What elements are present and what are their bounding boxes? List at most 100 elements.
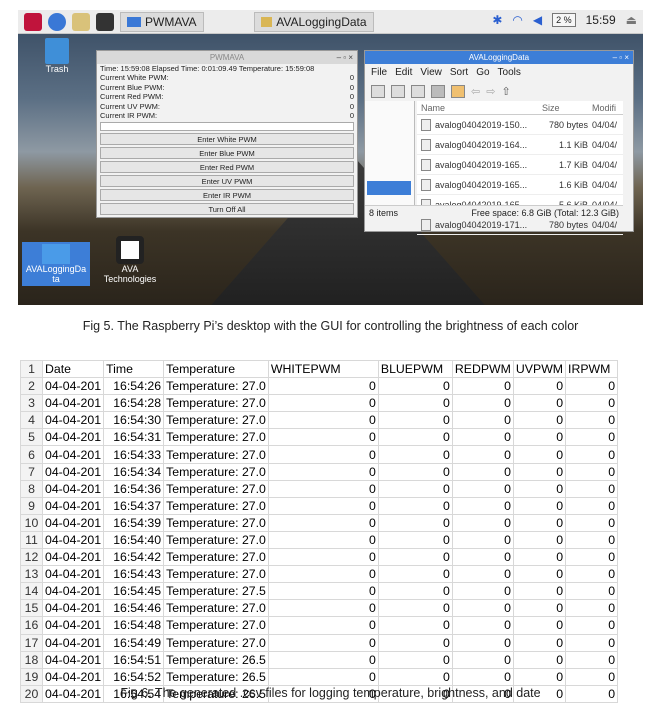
csv-cell: 04-04-201 bbox=[41, 582, 105, 601]
pwm-button[interactable]: Enter Red PWM bbox=[100, 161, 354, 174]
menu-item[interactable]: Sort bbox=[450, 67, 468, 78]
csv-cell: 0 bbox=[512, 548, 567, 567]
pwm-button[interactable]: Enter Blue PWM bbox=[100, 147, 354, 160]
folder-icon[interactable] bbox=[72, 12, 90, 31]
file-row[interactable]: avalog04042019-165... 1.6 KiB 04/04/ bbox=[417, 175, 623, 195]
free-space: Free space: 6.8 GiB (Total: 12.3 GiB) bbox=[471, 208, 619, 218]
row-number: 11 bbox=[20, 530, 43, 550]
csv-cell: 0 bbox=[377, 667, 453, 686]
home-icon[interactable] bbox=[451, 84, 465, 98]
browser-icon[interactable] bbox=[48, 12, 66, 31]
volume-icon[interactable]: ◀ bbox=[533, 13, 542, 27]
pwm-button[interactable]: Enter White PWM bbox=[100, 133, 354, 146]
forward-icon[interactable]: ⇨ bbox=[486, 85, 495, 98]
csv-cell: 16:54:45 bbox=[103, 582, 165, 601]
desktop-screenshot: PWMAVA AVALoggingData ✱ ◠ ◀ 2 % 15:59 ⏏ … bbox=[18, 10, 643, 305]
bluetooth-icon[interactable]: ✱ bbox=[492, 13, 502, 27]
file-row[interactable]: avalog04042019-164... 1.1 KiB 04/04/ bbox=[417, 135, 623, 155]
csv-cell: 0 bbox=[267, 650, 379, 669]
menu-item[interactable]: Tools bbox=[498, 67, 521, 78]
sidepane-icon[interactable] bbox=[371, 84, 385, 98]
csv-cell: 04-04-201 bbox=[41, 479, 105, 498]
csv-row: 4 04-04-201 16:54:30 Temperature: 27.0 0 0 0 0 0 bbox=[20, 411, 619, 430]
file-modified: 04/04/ bbox=[592, 159, 618, 170]
readout-label: Current Blue PWM: bbox=[100, 82, 165, 92]
column-name[interactable]: Name bbox=[417, 103, 542, 113]
csv-cell: 0 bbox=[267, 667, 379, 686]
csv-row: 14 04-04-201 16:54:45 Temperature: 27.5 0 0 0 0… bbox=[20, 582, 619, 601]
desktop-icon-ava[interactable]: AVA Technologies bbox=[100, 236, 160, 284]
csv-cell: 0 bbox=[451, 530, 514, 550]
csv-cell: Temperature: 26.5 bbox=[163, 667, 269, 686]
menu-item[interactable]: Edit bbox=[395, 67, 412, 78]
eject-icon[interactable]: ⏏ bbox=[626, 13, 637, 27]
list-view-icon[interactable] bbox=[431, 84, 445, 98]
csv-row: 8 04-04-201 16:54:36 Temperature: 27.0 0 0 0 0 0 bbox=[20, 479, 619, 498]
row-number: 8 bbox=[20, 479, 43, 498]
thumb-view-icon[interactable] bbox=[411, 84, 425, 98]
csv-cell: 16:54:33 bbox=[103, 445, 165, 464]
taskbar-app-pwmava[interactable]: PWMAVA bbox=[120, 11, 204, 32]
folder-tree[interactable] bbox=[365, 101, 415, 219]
csv-cell: 0 bbox=[377, 599, 453, 618]
csv-cell: 0 bbox=[377, 548, 453, 567]
csv-cell: Temperature: 26.5 bbox=[163, 650, 269, 669]
csv-cell: 0 bbox=[451, 599, 514, 618]
csv-cell: 0 bbox=[377, 411, 453, 430]
csv-cell: 0 bbox=[377, 394, 453, 413]
csv-header-cell: WHITEPWM bbox=[267, 359, 379, 379]
csv-cell: 0 bbox=[565, 633, 619, 652]
wifi-icon[interactable]: ◠ bbox=[512, 13, 522, 27]
window-controls[interactable]: – ▫ × bbox=[613, 51, 629, 64]
csv-cell: 04-04-201 bbox=[41, 616, 105, 635]
csv-cell: 0 bbox=[451, 667, 514, 686]
csv-row: 16 04-04-201 16:54:48 Temperature: 27.0 0 0 0 0… bbox=[20, 616, 619, 635]
status-bar: 8 items Free space: 6.8 GiB (Total: 12.3… bbox=[365, 205, 623, 219]
csv-cell: 16:54:43 bbox=[103, 565, 165, 584]
csv-cell: 0 bbox=[377, 428, 453, 447]
status-line: Time: 15:59:08 Elapsed Time: 0:01:09.49 … bbox=[97, 64, 357, 73]
back-icon[interactable]: ⇦ bbox=[471, 85, 480, 98]
pwm-button[interactable]: Enter UV PWM bbox=[100, 175, 354, 188]
figure-5-caption: Fig 5. The Raspberry Pi’s desktop with t… bbox=[82, 319, 579, 333]
pwm-button[interactable]: Turn Off All bbox=[100, 203, 354, 216]
terminal-icon[interactable] bbox=[96, 12, 114, 31]
csv-cell: 0 bbox=[451, 548, 514, 567]
file-row[interactable]: avalog04042019-165... 1.7 KiB 04/04/ bbox=[417, 155, 623, 175]
menu-item[interactable]: View bbox=[420, 67, 442, 78]
file-name: avalog04042019-165... bbox=[435, 159, 528, 170]
csv-cell: 16:54:34 bbox=[103, 462, 165, 481]
raspberry-menu-icon[interactable] bbox=[24, 12, 42, 31]
csv-cell: 0 bbox=[451, 394, 514, 413]
csv-cell: Temperature: 27.0 bbox=[163, 565, 269, 584]
csv-header-cell: Time bbox=[103, 359, 165, 379]
column-size[interactable]: Size bbox=[542, 103, 592, 113]
tree-selection bbox=[367, 181, 411, 195]
csv-cell: 0 bbox=[565, 599, 619, 618]
taskbar: PWMAVA AVALoggingData ✱ ◠ ◀ 2 % 15:59 ⏏ bbox=[18, 10, 643, 34]
file-row[interactable]: avalog04042019-150... 780 bytes 04/04/ bbox=[417, 115, 623, 135]
desktop-icon-trash[interactable]: Trash bbox=[32, 38, 82, 74]
csv-cell: 0 bbox=[512, 377, 567, 396]
column-modified[interactable]: Modifi bbox=[592, 103, 616, 113]
figure-6-caption: Fig 6. The generated .csv files for logg… bbox=[120, 686, 541, 700]
readout-label: Current UV PWM: bbox=[100, 101, 161, 111]
file-icon bbox=[421, 178, 431, 191]
window-controls[interactable]: – ▫ × bbox=[337, 51, 353, 64]
desktop-icon-logging-folder[interactable]: AVALoggingDa ta bbox=[22, 242, 90, 286]
window-title-text: PWMAVA bbox=[209, 53, 245, 62]
csv-cell: Temperature: 27.0 bbox=[163, 616, 269, 635]
csv-cell: 04-04-201 bbox=[41, 667, 105, 686]
file-pane: Name Size Modifi avalog04042019-150... 78… bbox=[365, 101, 623, 235]
csv-cell: 0 bbox=[377, 582, 453, 601]
menu-item[interactable]: File bbox=[371, 67, 387, 78]
csv-cell: 0 bbox=[565, 445, 619, 464]
taskbar-app-folder[interactable]: AVALoggingData bbox=[253, 11, 374, 32]
up-icon[interactable]: ⇧ bbox=[501, 85, 510, 98]
pwm-value-input[interactable] bbox=[100, 122, 354, 132]
menu-item[interactable]: Go bbox=[476, 67, 489, 78]
file-icon bbox=[421, 118, 431, 131]
icon-view-icon[interactable] bbox=[391, 84, 405, 98]
pwm-button[interactable]: Enter IR PWM bbox=[100, 189, 354, 202]
csv-cell: Temperature: 27.0 bbox=[163, 462, 269, 481]
